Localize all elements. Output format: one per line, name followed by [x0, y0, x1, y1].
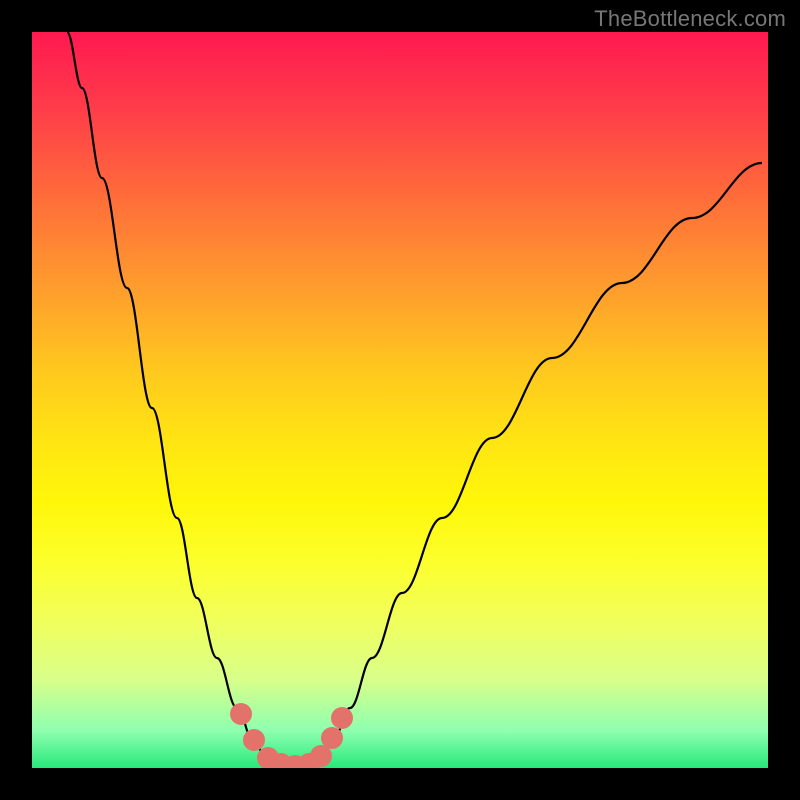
plot-area: [32, 32, 768, 768]
curve-right: [322, 163, 762, 758]
watermark-text: TheBottleneck.com: [594, 6, 786, 32]
trough-marker: [230, 703, 252, 725]
trough-marker: [321, 727, 343, 749]
trough-marker: [243, 729, 265, 751]
curve-left: [67, 32, 267, 758]
trough-marker: [331, 707, 353, 729]
chart-svg: [32, 32, 768, 768]
trough-marker-group: [230, 703, 353, 768]
